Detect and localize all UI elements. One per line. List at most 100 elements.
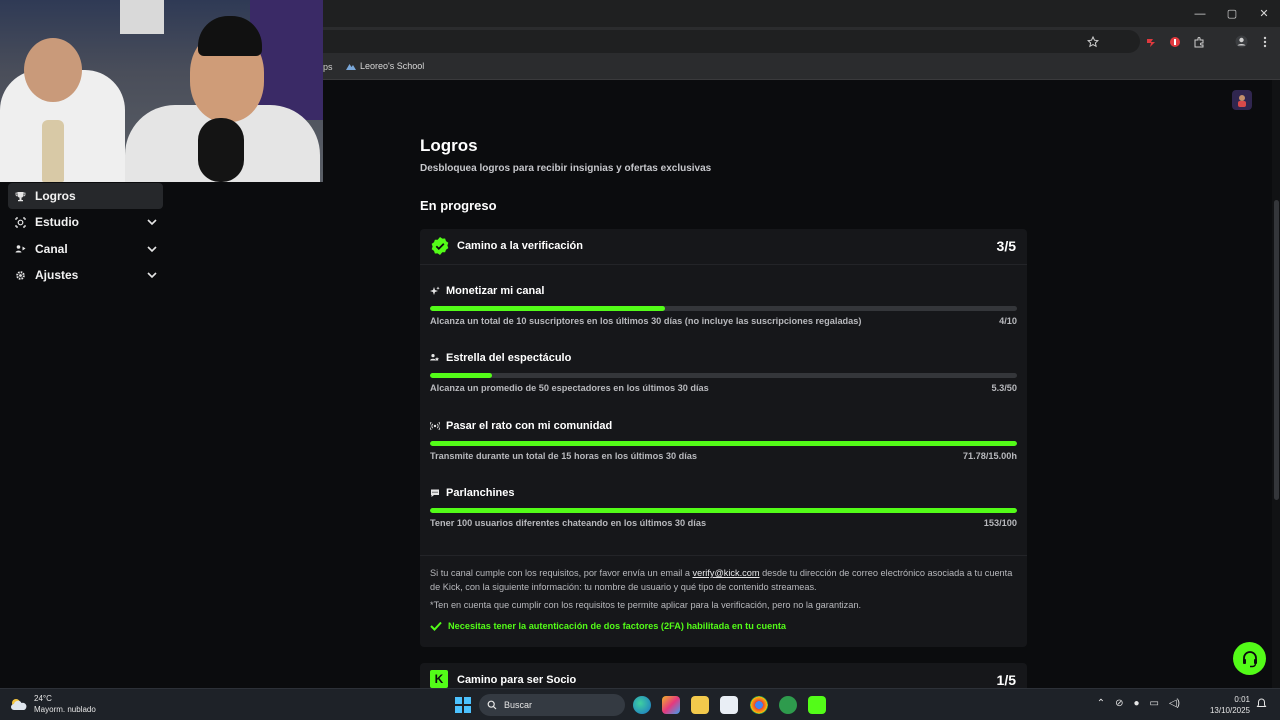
address-bar[interactable]: [300, 30, 1140, 53]
studio-icon: [14, 216, 26, 228]
taskbar-clock[interactable]: 0:01 13/10/2025: [1206, 694, 1250, 716]
scrollbar-thumb[interactable]: [1274, 200, 1279, 500]
progress-bar: [430, 508, 1017, 513]
store-icon[interactable]: [720, 696, 738, 714]
extensions-puzzle-icon[interactable]: [1192, 35, 1206, 49]
gear-icon: [14, 269, 26, 281]
viewers-icon: [430, 353, 440, 363]
progress-bar: [430, 373, 1017, 378]
sidebar-item-label: Ajustes: [35, 268, 79, 282]
search-placeholder: Buscar: [504, 700, 533, 710]
achievement-header: Pasar el rato con mi comunidad: [430, 420, 612, 432]
minimize-button[interactable]: —: [1184, 0, 1216, 27]
support-chat-button[interactable]: [1233, 642, 1266, 675]
kick-app-icon[interactable]: [808, 696, 826, 714]
progress-bar: [430, 306, 1017, 311]
checkmark-icon: [430, 621, 442, 631]
page-scrollbar[interactable]: [1272, 80, 1280, 688]
menu-kebab-icon[interactable]: [1258, 35, 1272, 49]
tray-volume-icon[interactable]: ◁): [1169, 698, 1180, 709]
weather-text: 24°C Mayorm. nublado: [34, 693, 96, 715]
card-divider: [420, 555, 1027, 556]
chevron-down-icon[interactable]: [146, 216, 158, 228]
chevron-down-icon[interactable]: [146, 243, 158, 255]
info-text-start: Si tu canal cumple con los requisitos, p…: [430, 568, 693, 578]
trophy-icon: [14, 190, 26, 202]
achievement-header: Monetizar mi canal: [430, 285, 544, 297]
channel-icon: [14, 243, 26, 255]
requirement-2fa: Necesitas tener la autenticación de dos …: [430, 621, 786, 631]
achievement-header: Parlanchines: [430, 487, 514, 499]
clock-date: 13/10/2025: [1209, 706, 1250, 715]
tray-network-off-icon[interactable]: ⊘: [1115, 698, 1123, 709]
achievement-value: 153/100: [983, 518, 1017, 528]
weather-widget[interactable]: 24°C Mayorm. nublado: [10, 693, 96, 715]
bookmark-star-icon[interactable]: [1086, 35, 1100, 49]
weather-temperature: 24°C: [34, 694, 52, 703]
window-controls: — ▢ ✕: [1184, 0, 1280, 27]
card-progress-count: 3/5: [996, 238, 1016, 254]
achievement-header: Estrella del espectáculo: [430, 352, 571, 364]
sidebar-item-ajustes[interactable]: Ajustes: [8, 262, 163, 288]
extension-record-icon[interactable]: [1168, 35, 1182, 49]
achievement-title: Estrella del espectáculo: [446, 352, 572, 364]
chrome-icon[interactable]: [750, 696, 768, 714]
avatar-image: [1238, 95, 1246, 107]
tray-display-icon[interactable]: ▭: [1150, 698, 1159, 709]
sidebar-item-label: Estudio: [35, 215, 79, 229]
screen: — ▢ ✕ ps Leoreo's School Logros Estudio …: [0, 0, 1280, 720]
system-tray: ⌃ ⊘ ● ▭ ◁): [1097, 698, 1180, 709]
copilot-icon[interactable]: [662, 696, 680, 714]
chat-icon: [430, 488, 440, 498]
file-explorer-icon[interactable]: [691, 696, 709, 714]
sidebar-item-canal[interactable]: Canal: [8, 236, 163, 262]
achievement-parlanchines: Parlanchines Tener 100 usuarios diferent…: [430, 487, 1017, 547]
chevron-down-icon[interactable]: [146, 269, 158, 281]
sidebar-item-estudio[interactable]: Estudio: [8, 209, 163, 235]
progress-fill: [430, 306, 665, 311]
sidebar-item-label: Canal: [35, 242, 68, 256]
user-avatar[interactable]: [1232, 90, 1252, 110]
notification-bell-icon[interactable]: [1256, 698, 1268, 710]
webcam-poster: [120, 0, 164, 34]
sidebar-item-logros[interactable]: Logros: [8, 183, 163, 209]
search-icon: [487, 700, 497, 710]
card-header[interactable]: Camino a la verificación 3/5: [420, 229, 1027, 265]
taskbar-search[interactable]: Buscar: [479, 694, 625, 716]
achievement-title: Pasar el rato con mi comunidad: [446, 420, 613, 432]
achievement-pasar-el-rato: Pasar el rato con mi comunidad Transmite…: [430, 420, 1017, 480]
kick-logo-icon: K: [430, 670, 448, 688]
card-title: Camino a la verificación: [457, 240, 583, 252]
achievement-value: 5.3/50: [991, 383, 1017, 393]
tray-chevron-up-icon[interactable]: ⌃: [1097, 698, 1105, 709]
achievement-value: 71.78/15.00h: [962, 451, 1017, 461]
page-subtitle: Desbloquea logros para recibir insignias…: [420, 163, 712, 174]
webcam-microphone: [198, 118, 244, 182]
progress-fill: [430, 441, 1017, 446]
bookmark-truncated[interactable]: ps: [323, 62, 333, 72]
achievement-monetizar: Monetizar mi canal Alcanza un total de 1…: [430, 285, 1017, 345]
webcam-person-left-head: [24, 38, 82, 102]
bookmark-label: Leoreo's School: [360, 61, 425, 71]
bookmark-leoreos-school[interactable]: Leoreo's School: [346, 61, 424, 71]
progress-fill: [430, 373, 493, 378]
maximize-button[interactable]: ▢: [1216, 0, 1248, 27]
start-button[interactable]: [455, 697, 471, 713]
achievement-title: Monetizar mi canal: [446, 285, 545, 297]
verify-email-link[interactable]: verify@kick.com: [693, 568, 760, 578]
edge-icon[interactable]: [633, 696, 651, 714]
close-button[interactable]: ✕: [1248, 0, 1280, 27]
broadcast-icon: [430, 421, 440, 431]
webcam-bottle: [42, 120, 64, 182]
profile-icon[interactable]: [1234, 35, 1248, 49]
requirement-text: Necesitas tener la autenticación de dos …: [448, 621, 786, 631]
card-progress-count: 1/5: [996, 672, 1016, 688]
achievement-estrella: Estrella del espectáculo Alcanza un prom…: [430, 352, 1017, 412]
app-green-icon[interactable]: [779, 696, 797, 714]
extension-red-icon[interactable]: [1144, 35, 1158, 49]
progress-fill: [430, 508, 1017, 513]
headset-icon: [1242, 650, 1257, 667]
tray-mic-icon[interactable]: ●: [1133, 698, 1139, 709]
verification-note: *Ten en cuenta que cumplir con los requi…: [430, 600, 862, 610]
windows-taskbar: 24°C Mayorm. nublado Buscar ⌃ ⊘ ● ▭ ◁) 0…: [0, 688, 1280, 720]
